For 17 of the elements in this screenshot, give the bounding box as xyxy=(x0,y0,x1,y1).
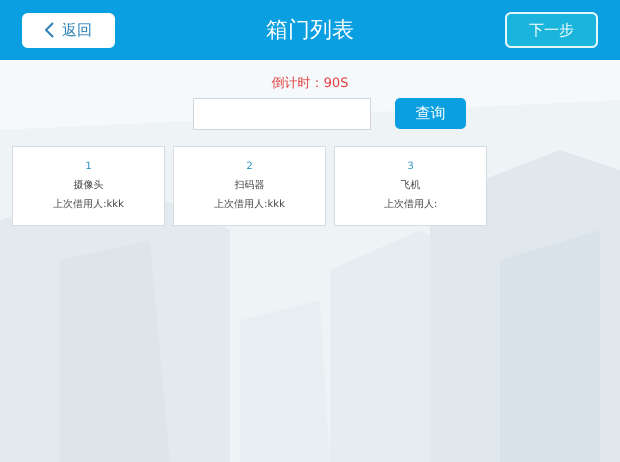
page-title: 箱门列表 xyxy=(266,16,354,44)
search-field[interactable] xyxy=(193,98,371,130)
last-user-text: 上次借用人: xyxy=(384,198,438,212)
back-icon xyxy=(45,22,54,38)
box-number: 1 xyxy=(85,160,92,174)
last-user-text: 上次借用人:kkk xyxy=(214,198,285,212)
box-card[interactable]: 1 摄像头 上次借用人:kkk xyxy=(12,146,165,226)
countdown-text: 倒计时：90S xyxy=(272,75,348,93)
box-name: 飞机 xyxy=(400,178,420,193)
last-user-text: 上次借用人:kkk xyxy=(53,198,124,212)
box-number: 2 xyxy=(246,160,253,174)
box-card[interactable]: 2 扫码器 上次借用人:kkk xyxy=(173,146,326,226)
box-name: 摄像头 xyxy=(74,178,104,193)
back-button[interactable]: 返回 xyxy=(22,12,115,48)
box-card[interactable]: 3 飞机 上次借用人: xyxy=(334,146,487,226)
box-name: 扫码器 xyxy=(234,178,264,193)
box-number: 3 xyxy=(407,160,414,174)
